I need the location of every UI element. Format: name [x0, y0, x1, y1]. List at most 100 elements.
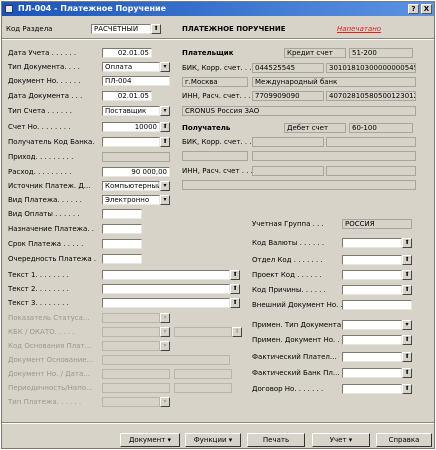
help-button[interactable]: Справка — [376, 433, 432, 447]
help-title-button[interactable]: ? — [408, 4, 419, 14]
credit-account-field[interactable]: 51-200 — [349, 48, 413, 58]
basis-code-label: Код Основания Плат... — [8, 342, 92, 350]
text2-field[interactable] — [102, 284, 230, 294]
term-field[interactable] — [102, 239, 142, 249]
text3-label: Текст 3. . . . . . . . — [8, 299, 69, 307]
recipient-bik-field[interactable] — [252, 137, 324, 147]
ext-doc-field[interactable] — [342, 300, 412, 310]
account-group-field[interactable]: РОССИЯ — [342, 219, 412, 229]
actual-bank-lookup-icon[interactable]: ⬆ — [402, 368, 412, 378]
payment-kind-field[interactable] — [102, 209, 142, 219]
expense-label: Расход. . . . . . . . . — [8, 168, 72, 176]
text1-lookup-icon[interactable]: ⬆ — [230, 270, 240, 280]
doc-type-label: Тип Документа. . . . — [8, 63, 80, 71]
recipient-account-field[interactable] — [326, 166, 416, 176]
status-indicator-dropdown-icon: ▾ — [160, 313, 170, 323]
dept-label: Отдел Код . . . . . . . — [252, 256, 323, 264]
section-label: Код Раздела — [6, 25, 53, 33]
payment-kind-label: Вид Оплаты . . . . . . — [8, 210, 80, 218]
purpose-field[interactable] — [102, 224, 142, 234]
apply-type-field[interactable] — [342, 320, 402, 330]
periodicity-field — [102, 383, 170, 393]
payer-bik-field[interactable]: 044525545 — [252, 63, 324, 73]
functions-menu-button[interactable]: Функции ▾ — [185, 433, 241, 447]
account-date-field[interactable]: 02.01.05 — [102, 48, 152, 58]
print-button-label: Печать — [262, 436, 290, 444]
project-label: Проект Код . . . . . . — [252, 271, 322, 279]
account-type-dropdown-icon[interactable]: ▾ — [160, 106, 170, 116]
basis-doc-no-field — [102, 369, 170, 379]
debit-account-field[interactable]: 60-100 — [349, 123, 413, 133]
reason-field[interactable] — [342, 285, 402, 295]
text3-field[interactable] — [102, 298, 230, 308]
posting-menu-button[interactable]: Учет ▾ — [312, 433, 370, 447]
doc-no-label: Документ Но. . . . . . — [8, 77, 81, 85]
section-lookup-icon[interactable]: ⬆ — [151, 24, 161, 34]
actual-bank-field[interactable] — [342, 368, 402, 378]
pay-source-label: Источник Платеж. Д... — [8, 182, 91, 190]
doc-no-field[interactable]: ПЛ-004 — [102, 76, 170, 86]
pay-source-field[interactable]: Компьютерный — [102, 181, 160, 191]
account-type-field[interactable]: Поставщик — [102, 106, 160, 116]
currency-lookup-icon[interactable]: ⬆ — [402, 238, 412, 248]
payer-name-field[interactable]: CRONUS Россия ЗАО — [182, 106, 416, 116]
actual-payer-field[interactable] — [342, 352, 402, 362]
recipient-bik-label: БИК, Корр. счет. . . — [182, 138, 252, 146]
project-field[interactable] — [342, 270, 402, 280]
reason-lookup-icon[interactable]: ⬆ — [402, 285, 412, 295]
apply-no-lookup-icon[interactable]: ⬆ — [402, 335, 412, 345]
project-lookup-icon[interactable]: ⬆ — [402, 270, 412, 280]
apply-type-dropdown-icon[interactable]: ▾ — [402, 320, 412, 330]
recipient-name-field[interactable] — [182, 180, 416, 190]
basis-code-dropdown-icon: ▾ — [160, 341, 170, 351]
payer-inn-label: ИНН, Расч. счет. . . — [182, 92, 251, 100]
dept-field[interactable] — [342, 255, 402, 265]
close-button[interactable]: X — [421, 4, 432, 14]
account-type-label: Тип Счета . . . . . . — [8, 107, 73, 115]
functions-chevron-down-icon: ▾ — [228, 436, 233, 444]
payer-city-field[interactable]: г.Москва — [182, 77, 248, 87]
payment-order-window: ПЛ-004 - Платежное Поручение ? X Код Раз… — [1, 1, 435, 449]
doc-type-field[interactable]: Оплата — [102, 62, 160, 72]
doc-date-field[interactable]: 02.01.05 — [102, 91, 152, 101]
text1-field[interactable] — [102, 270, 230, 280]
account-no-field[interactable]: 10000 — [102, 122, 160, 132]
recipient-bank-field[interactable] — [102, 137, 160, 147]
doc-date-label: Дата Документа . . . — [8, 92, 83, 100]
payer-bank-field[interactable]: Международный банк — [252, 77, 416, 87]
dept-lookup-icon[interactable]: ⬆ — [402, 255, 412, 265]
contract-lookup-icon[interactable]: ⬆ — [402, 384, 412, 394]
pay-kind-dropdown-icon[interactable]: ▾ — [160, 195, 170, 205]
order-field[interactable] — [102, 254, 142, 264]
periodicity-label: Периодичность/Напо... — [8, 384, 93, 392]
print-button[interactable]: Печать — [247, 433, 305, 447]
ext-doc-label: Внешний Документ Но. . — [252, 301, 343, 309]
section-field[interactable]: РАСЧЕТНЫЙ — [91, 24, 151, 34]
recipient-inn-field[interactable] — [252, 166, 324, 176]
contract-field[interactable] — [342, 384, 402, 394]
pay-type-dropdown-icon: ▾ — [160, 397, 170, 407]
text2-lookup-icon[interactable]: ⬆ — [230, 284, 240, 294]
doc-type-dropdown-icon[interactable]: ▾ — [160, 62, 170, 72]
reason-label: Код Причины. . . . . . — [252, 286, 326, 294]
recipient-bank-name-field[interactable] — [252, 151, 416, 161]
order-label: Очередность Платежа . — [8, 255, 97, 263]
pay-kind-field[interactable]: Электронно — [102, 195, 160, 205]
payer-corr-field[interactable]: 30101810300000000545 — [326, 63, 416, 73]
actual-payer-lookup-icon[interactable]: ⬆ — [402, 352, 412, 362]
document-menu-button[interactable]: Документ ▾ — [120, 433, 180, 447]
currency-field[interactable] — [342, 238, 402, 248]
text2-label: Текст 2. . . . . . . . — [8, 285, 69, 293]
apply-no-field[interactable] — [342, 335, 402, 345]
payer-account-field[interactable]: 40702810580500123012 — [326, 91, 416, 101]
payer-inn-field[interactable]: 7709909090 — [252, 91, 324, 101]
expense-field[interactable]: 90 000,00 — [102, 167, 170, 177]
recipient-city-field[interactable] — [182, 151, 248, 161]
recipient-bank-lookup-icon[interactable]: ⬆ — [160, 137, 170, 147]
actual-bank-label: Фактический Банк Пл... — [252, 369, 340, 377]
pay-source-dropdown-icon[interactable]: ▾ — [160, 181, 170, 191]
recipient-corr-field[interactable] — [326, 137, 416, 147]
account-no-lookup-icon[interactable]: ⬆ — [160, 122, 170, 132]
text3-lookup-icon[interactable]: ⬆ — [230, 298, 240, 308]
income-field[interactable] — [102, 152, 170, 162]
